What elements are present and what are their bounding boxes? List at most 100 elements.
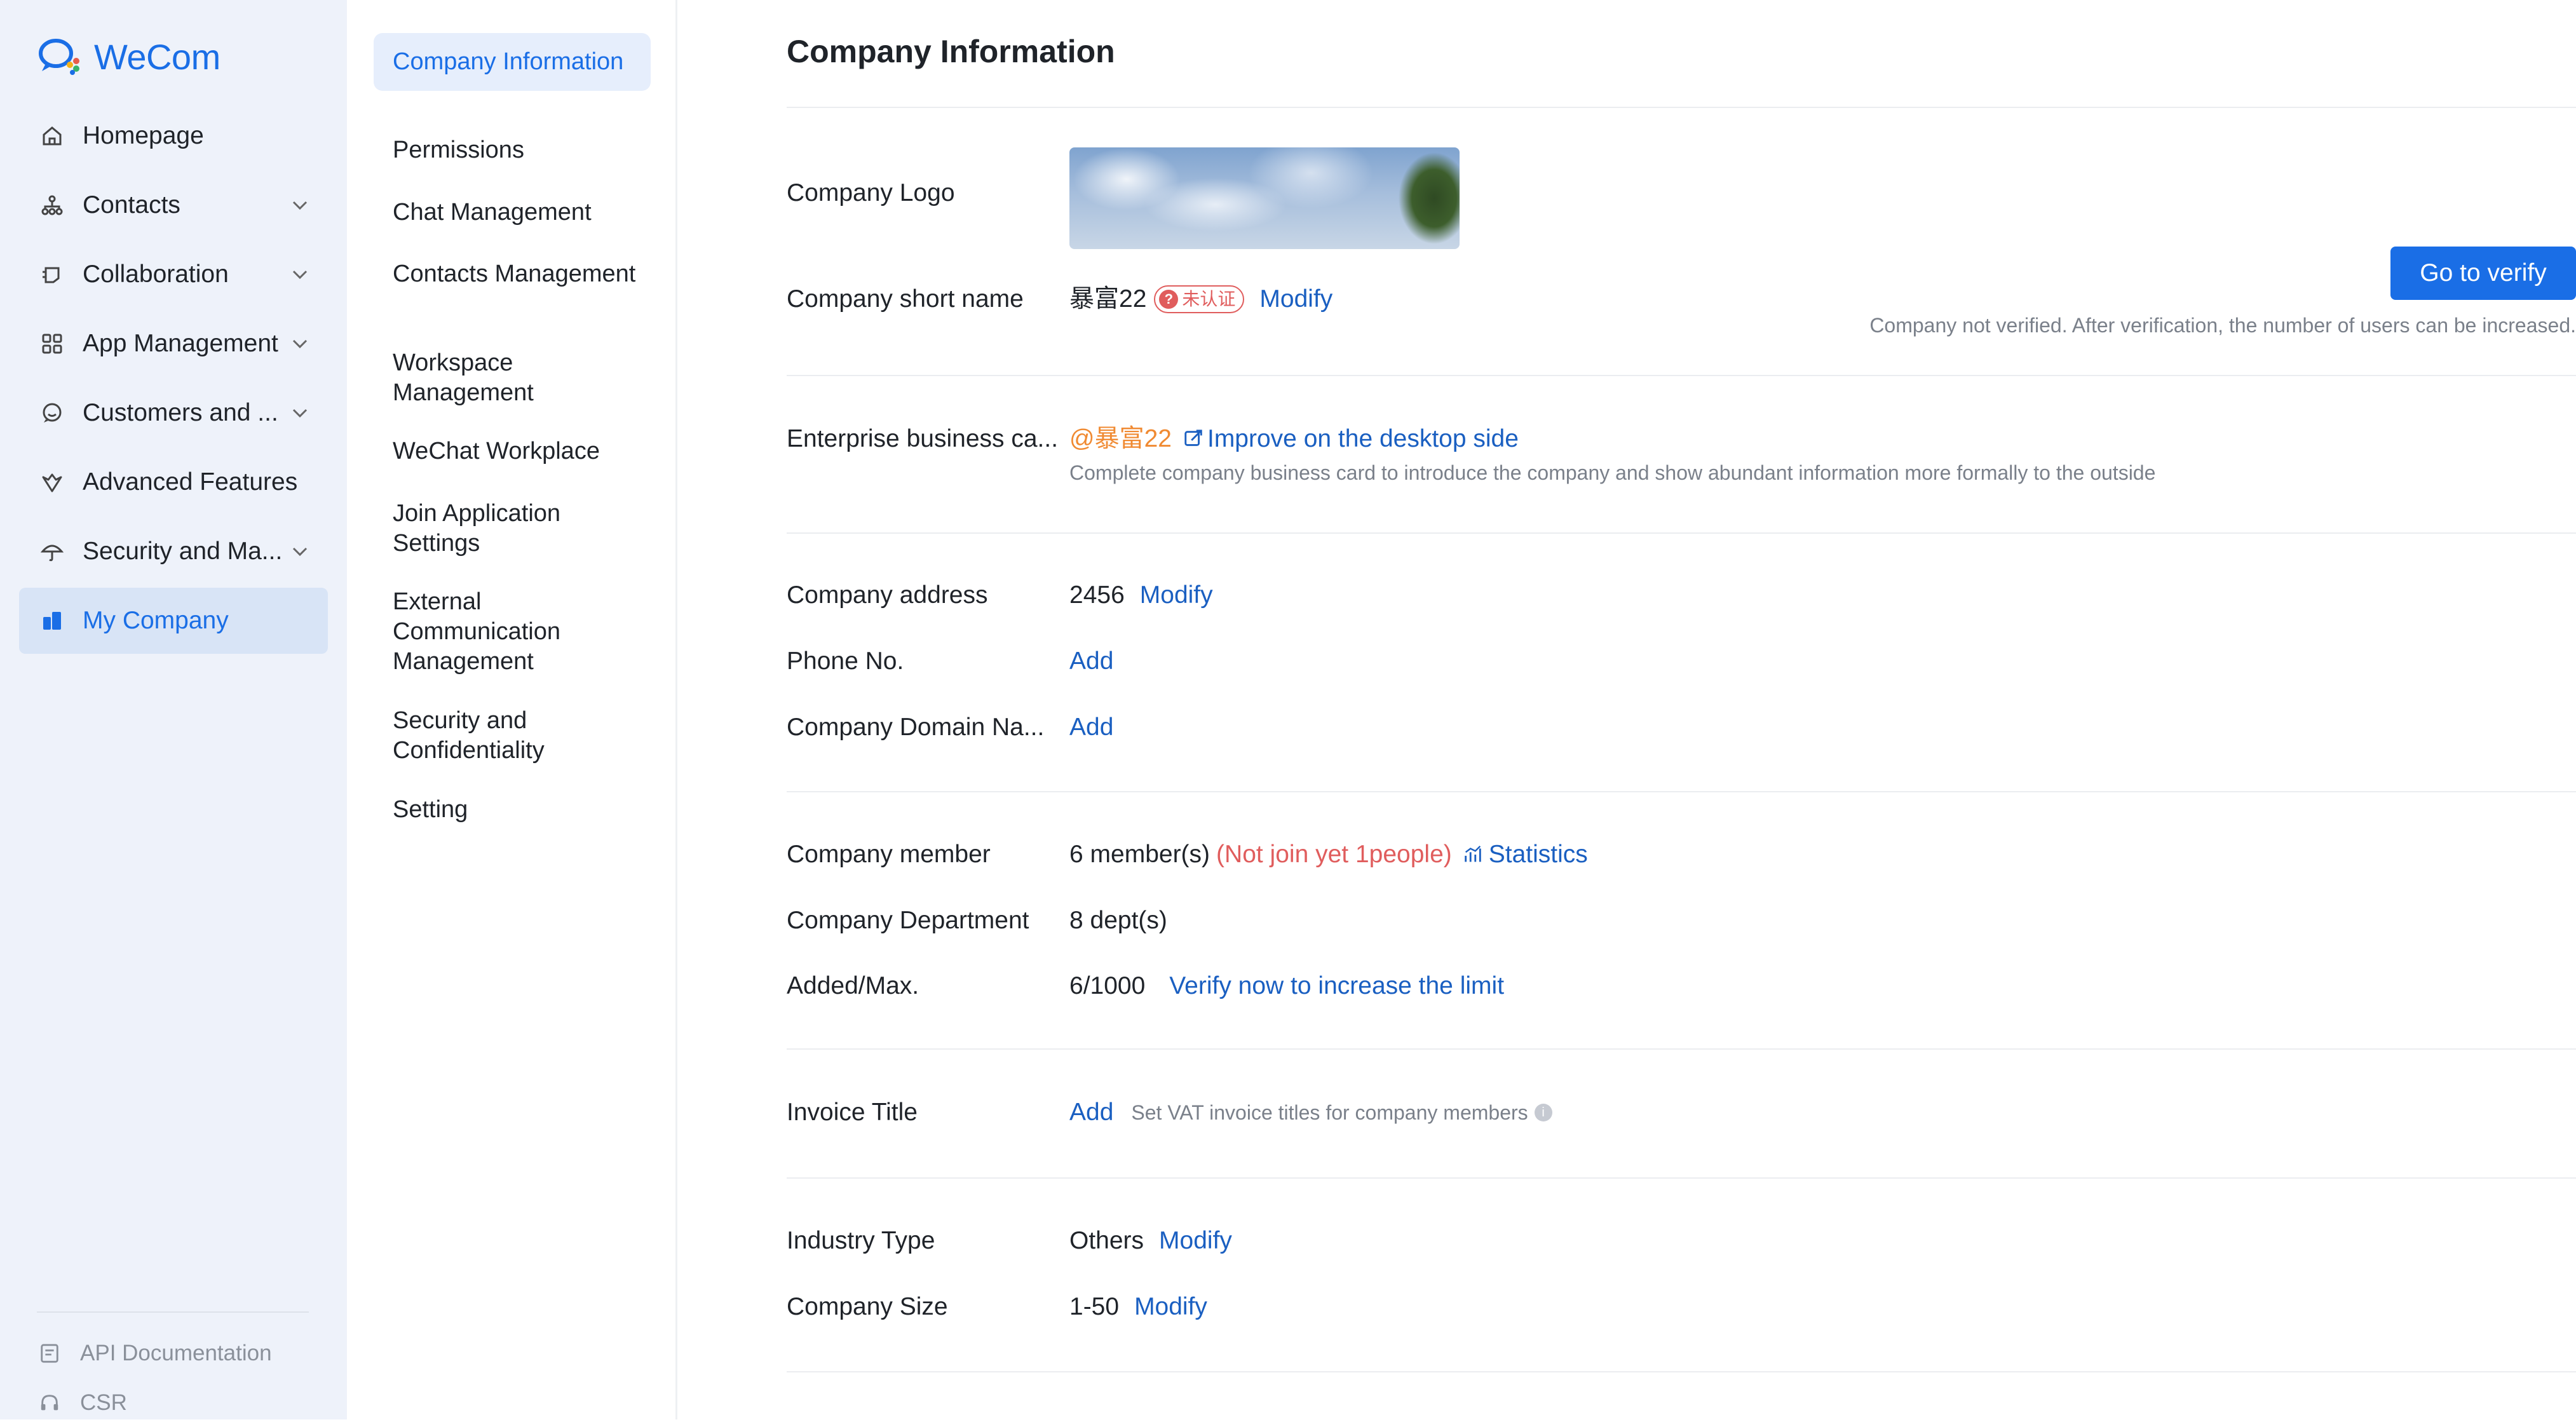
divider: [787, 1371, 2576, 1372]
submenu-wechat-workplace[interactable]: WeChat Workplace: [374, 423, 651, 480]
divider: [787, 107, 2576, 108]
member-label: Company member: [787, 841, 991, 868]
not-joined-count: (Not join yet 1people): [1216, 841, 1452, 868]
nav-label: CSR: [80, 1390, 127, 1415]
nav-label: Contacts: [83, 191, 180, 219]
nav-label: Advanced Features: [83, 468, 298, 496]
chevron-down-icon: [292, 409, 308, 418]
api-doc-icon: [37, 1341, 62, 1366]
advanced-features-icon: [39, 470, 65, 495]
business-card-row: @暴富22 Improve on the desktop side: [1069, 423, 1519, 455]
industry-row: Others Modify: [1069, 1225, 1232, 1257]
domain-label: Company Domain Na...: [787, 714, 1045, 741]
short-name-label: Company short name: [787, 285, 1024, 313]
api-documentation-link[interactable]: API Documentation: [37, 1334, 272, 1372]
increase-limit-link[interactable]: Verify now to increase the limit: [1169, 970, 1504, 1002]
statistics-link[interactable]: Statistics: [1489, 839, 1588, 870]
go-to-verify-button[interactable]: Go to verify: [2390, 247, 2576, 300]
improve-desktop-link[interactable]: Improve on the desktop side: [1207, 423, 1519, 455]
submenu-workspace-management[interactable]: Workspace Management: [374, 334, 651, 422]
contacts-icon: [39, 193, 65, 218]
csr-link[interactable]: CSR: [37, 1384, 127, 1422]
company-logo-image[interactable]: [1069, 147, 1460, 249]
short-name-value-row: 暴富22 ? 未认证 Modify: [1069, 283, 1332, 315]
nav-my-company[interactable]: My Company: [19, 588, 328, 654]
submenu-chat-management[interactable]: Chat Management: [374, 184, 651, 241]
nav-label: Homepage: [83, 122, 204, 149]
main-content: Company Information Company Logo Company…: [677, 0, 2576, 1419]
app-logo[interactable]: WeCom: [37, 34, 220, 79]
submenu-join-application-settings[interactable]: Join Application Settings: [374, 485, 651, 572]
short-name-modify-link[interactable]: Modify: [1259, 283, 1332, 315]
submenu-external-communication[interactable]: External Communication Management: [374, 573, 651, 691]
chevron-down-icon: [292, 270, 308, 280]
invoice-add-link[interactable]: Add: [1069, 1097, 1113, 1128]
nav-label: App Management: [83, 330, 278, 357]
phone-label: Phone No.: [787, 647, 904, 675]
short-name-value: 暴富22: [1069, 285, 1147, 313]
customers-icon: [39, 400, 65, 426]
phone-add-link[interactable]: Add: [1069, 646, 1113, 677]
department-value: 8 dept(s): [1069, 907, 1167, 934]
nav-collaboration[interactable]: Collaboration: [19, 241, 328, 308]
nav-homepage[interactable]: Homepage: [19, 103, 328, 169]
nav-label: API Documentation: [80, 1341, 272, 1365]
added-max-label: Added/Max.: [787, 972, 919, 999]
submenu-security-confidentiality[interactable]: Security and Confidentiality: [374, 692, 651, 780]
size-modify-link[interactable]: Modify: [1134, 1291, 1207, 1323]
invoice-row: Add Set VAT invoice titles for company m…: [1069, 1097, 1552, 1128]
size-value: 1-50: [1069, 1293, 1120, 1320]
industry-value: Others: [1069, 1227, 1144, 1254]
industry-modify-link[interactable]: Modify: [1159, 1225, 1232, 1257]
member-row: 6 member(s) (Not join yet 1people) Stati…: [1069, 839, 1588, 870]
chevron-down-icon: [292, 547, 308, 557]
nav-label: My Company: [83, 607, 229, 634]
nav-contacts[interactable]: Contacts: [19, 172, 328, 238]
nav-advanced-features[interactable]: Advanced Features: [19, 449, 328, 515]
company-icon: [39, 608, 65, 633]
address-value: 2456: [1069, 581, 1125, 609]
submenu-company-information[interactable]: Company Information: [374, 33, 651, 91]
divider: [787, 1048, 2576, 1050]
industry-label: Industry Type: [787, 1227, 935, 1254]
sidebar: WeCom Homepage Contacts Collaboration Ap…: [0, 0, 347, 1419]
nav-label: Collaboration: [83, 261, 229, 288]
divider: [787, 375, 2576, 376]
invoice-label: Invoice Title: [787, 1099, 918, 1126]
statistics-icon: [1465, 845, 1481, 862]
submenu-permissions[interactable]: Permissions: [374, 121, 651, 179]
divider: [787, 791, 2576, 792]
member-count: 6 member(s): [1069, 841, 1210, 868]
tree-image: [1383, 147, 1460, 249]
business-card-hint: Complete company business card to introd…: [1069, 461, 2156, 484]
added-max-row: 6/1000 Verify now to increase the limit: [1069, 970, 1504, 1002]
collaboration-icon: [39, 262, 65, 287]
app-name: WeCom: [94, 36, 220, 77]
nav-label: Security and Ma...: [83, 538, 283, 565]
apps-icon: [39, 331, 65, 356]
nav-security[interactable]: Security and Ma...: [19, 518, 328, 585]
info-icon[interactable]: i: [1534, 1104, 1552, 1121]
size-row: 1-50 Modify: [1069, 1291, 1207, 1323]
sidebar-divider: [37, 1311, 309, 1313]
divider: [787, 1177, 2576, 1179]
submenu-contacts-management[interactable]: Contacts Management: [374, 245, 651, 303]
umbrella-icon: [39, 539, 65, 564]
verify-note: Company not verified. After verification…: [1869, 314, 2576, 337]
submenu: Company Information Permissions Chat Man…: [347, 0, 677, 1419]
size-label: Company Size: [787, 1293, 948, 1320]
headset-icon: [37, 1390, 62, 1416]
address-modify-link[interactable]: Modify: [1140, 579, 1213, 611]
chevron-down-icon: [292, 201, 308, 210]
nav-app-management[interactable]: App Management: [19, 311, 328, 377]
unverified-badge: ? 未认证: [1154, 285, 1245, 313]
company-logo-label: Company Logo: [787, 179, 955, 207]
domain-add-link[interactable]: Add: [1069, 712, 1113, 743]
added-max-value: 6/1000: [1069, 972, 1146, 999]
submenu-setting[interactable]: Setting: [374, 781, 651, 839]
address-label: Company address: [787, 581, 988, 609]
page-title: Company Information: [787, 34, 1115, 69]
nav-customers[interactable]: Customers and ...: [19, 380, 328, 446]
business-card-label: Enterprise business ca...: [787, 425, 1059, 452]
home-icon: [39, 123, 65, 149]
